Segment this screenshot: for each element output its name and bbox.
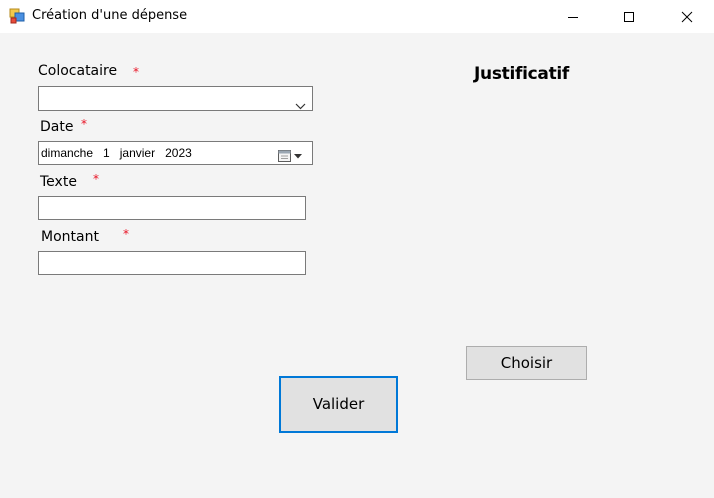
- maximize-icon: [624, 12, 634, 22]
- submit-button[interactable]: Valider: [279, 376, 398, 433]
- windows-form-icon: [9, 8, 25, 24]
- date-required-marker: *: [81, 117, 87, 131]
- close-icon: [681, 11, 693, 23]
- justificatif-heading: Justificatif: [474, 64, 570, 84]
- choose-file-button[interactable]: Choisir: [466, 346, 587, 380]
- date-label: Date: [40, 119, 74, 135]
- date-picker[interactable]: dimanche 1 janvier 2023: [38, 141, 313, 165]
- chevron-down-icon[interactable]: [295, 95, 306, 114]
- close-button[interactable]: [664, 0, 710, 33]
- texte-label: Texte: [40, 174, 77, 190]
- window-title: Création d'une dépense: [32, 8, 188, 23]
- montant-input[interactable]: [38, 251, 306, 275]
- texte-required-marker: *: [93, 172, 99, 186]
- colocataire-label: Colocataire: [38, 63, 118, 79]
- date-year: 2023: [165, 146, 192, 160]
- colocataire-combobox[interactable]: [38, 86, 313, 111]
- montant-label: Montant: [41, 229, 99, 245]
- title-bar[interactable]: Création d'une dépense: [0, 0, 714, 33]
- montant-required-marker: *: [123, 227, 129, 241]
- minimize-icon: [568, 17, 578, 18]
- texte-input[interactable]: [38, 196, 306, 220]
- minimize-button[interactable]: [550, 0, 596, 33]
- colocataire-required-marker: *: [133, 65, 139, 79]
- date-month: janvier: [119, 146, 156, 160]
- calendar-dropdown-icon[interactable]: [278, 147, 308, 166]
- maximize-button[interactable]: [606, 0, 652, 33]
- date-day: 1: [103, 146, 110, 160]
- date-weekday: dimanche: [41, 146, 94, 160]
- date-value[interactable]: dimanche 1 janvier 2023: [41, 145, 192, 161]
